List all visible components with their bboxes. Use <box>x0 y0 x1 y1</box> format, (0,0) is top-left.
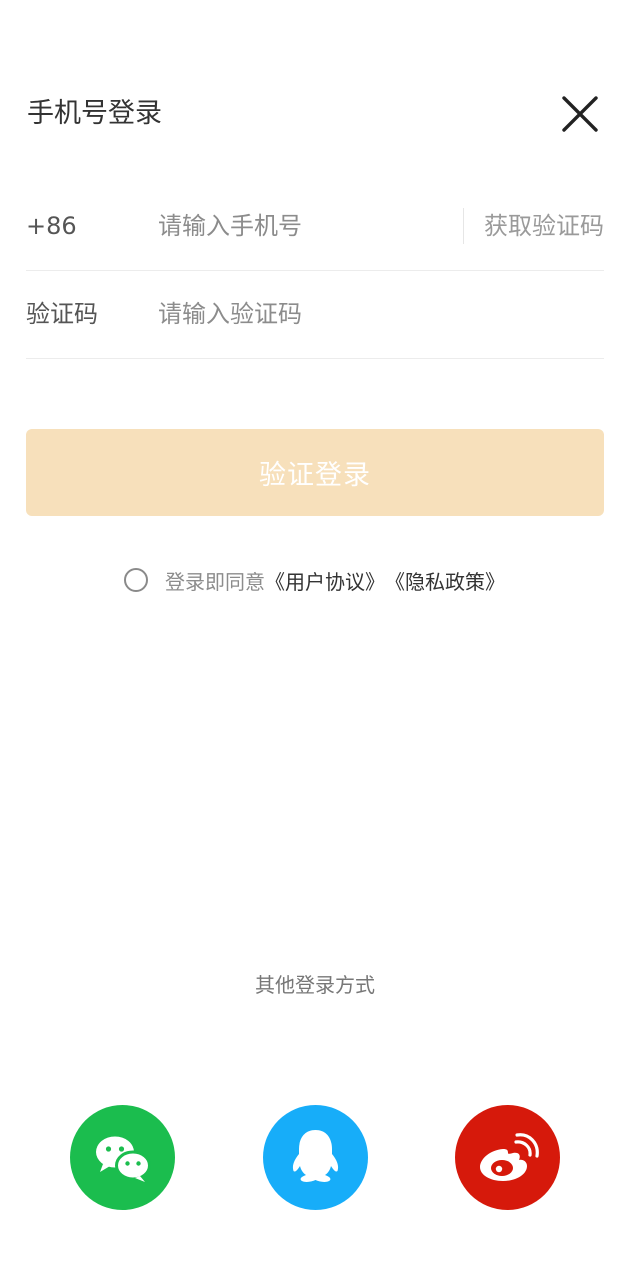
weibo-icon <box>455 1105 560 1210</box>
country-code[interactable]: +86 <box>26 208 77 244</box>
wechat-login-button[interactable] <box>70 1105 175 1210</box>
agreement: 登录即同意 《用户协议》 《隐私政策》 <box>124 562 505 598</box>
weibo-login-button[interactable] <box>455 1105 560 1210</box>
agree-radio[interactable] <box>124 568 148 592</box>
get-code-button[interactable]: 获取验证码 <box>484 208 604 244</box>
page-title: 手机号登录 <box>27 98 162 129</box>
code-row: 验证码 <box>26 270 604 359</box>
phone-input[interactable] <box>158 204 448 248</box>
privacy-policy-link[interactable]: 《隐私政策》 <box>385 566 505 595</box>
verify-login-button[interactable]: 验证登录 <box>26 429 604 516</box>
divider <box>463 208 464 244</box>
close-button[interactable] <box>558 92 602 136</box>
user-agreement-link[interactable]: 《用户协议》 <box>265 566 385 595</box>
close-icon <box>562 96 598 132</box>
qq-icon <box>263 1105 368 1210</box>
code-input[interactable] <box>158 292 578 336</box>
code-label: 验证码 <box>26 300 98 328</box>
qq-login-button[interactable] <box>263 1105 368 1210</box>
wechat-icon <box>70 1105 175 1210</box>
agree-text: 登录即同意 <box>165 569 265 594</box>
phone-row: +86 获取验证码 <box>26 182 604 271</box>
other-login-title: 其他登录方式 <box>255 973 375 997</box>
